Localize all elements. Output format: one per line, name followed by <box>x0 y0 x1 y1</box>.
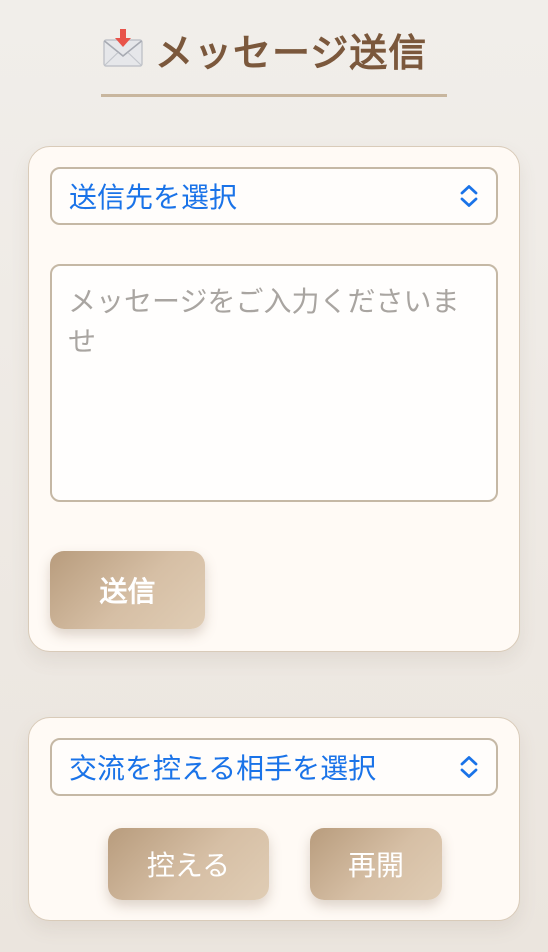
block-button[interactable]: 控える <box>108 828 269 900</box>
incoming-envelope-icon <box>103 29 143 67</box>
title-underline <box>101 94 447 97</box>
page-header: メッセージ送信 <box>0 18 548 107</box>
chevron-up-down-icon <box>460 185 478 207</box>
message-input[interactable] <box>50 264 498 502</box>
chevron-up-down-icon <box>460 756 478 778</box>
page-title-text: メッセージ送信 <box>155 29 428 75</box>
resume-button[interactable]: 再開 <box>310 828 442 900</box>
block-target-select-label: 交流を控える相手を選択 <box>69 752 377 785</box>
title-wrap: メッセージ送信 <box>101 18 447 107</box>
send-button[interactable]: 送信 <box>50 551 205 629</box>
block-target-select[interactable]: 交流を控える相手を選択 <box>50 738 498 796</box>
recipient-select-label: 送信先を選択 <box>69 181 238 214</box>
message-card: 送信先を選択 送信 <box>28 146 520 652</box>
recipient-select[interactable]: 送信先を選択 <box>50 167 498 225</box>
block-card: 交流を控える相手を選択 控える 再開 <box>28 717 520 921</box>
page-title: メッセージ送信 <box>101 18 447 80</box>
